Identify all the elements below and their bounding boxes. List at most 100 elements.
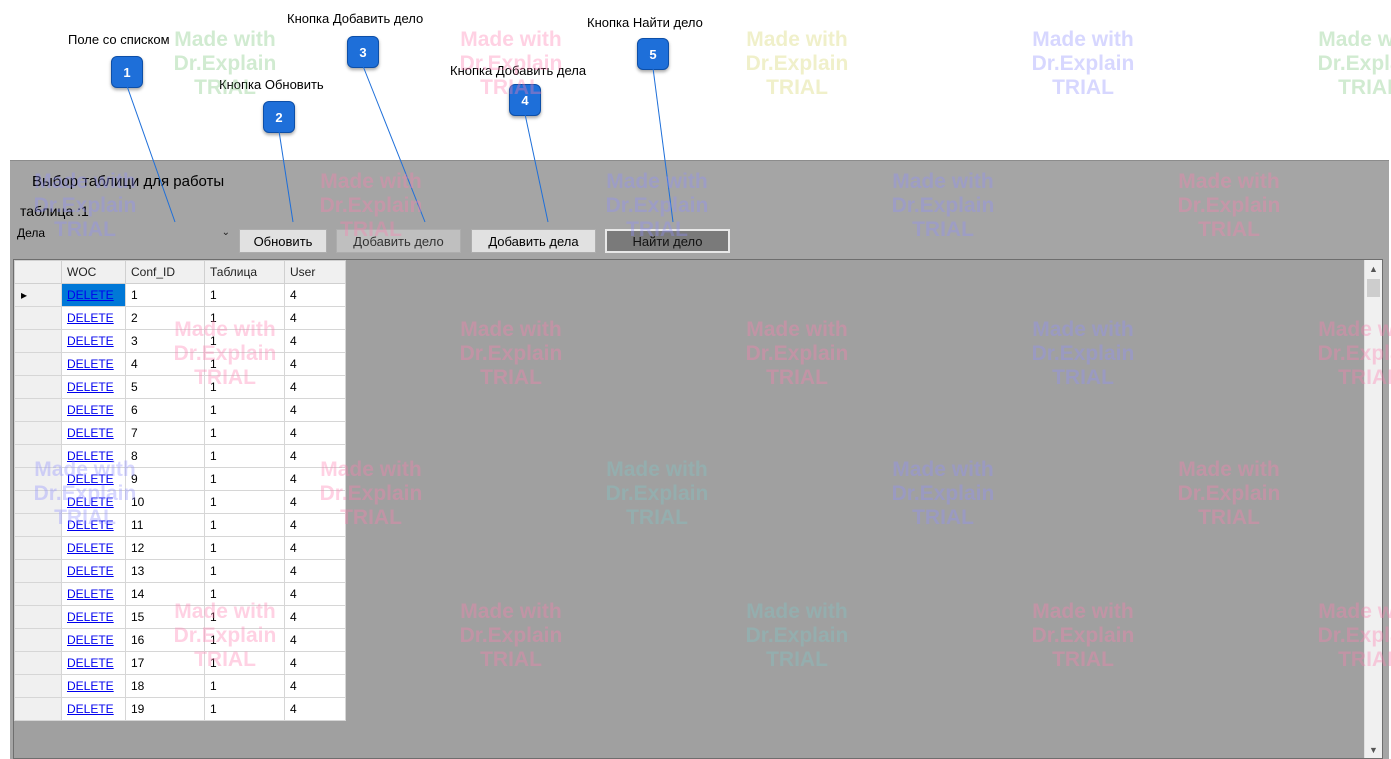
delete-link[interactable]: DELETE xyxy=(67,564,114,578)
conf-id-cell[interactable]: 10 xyxy=(125,490,205,514)
column-header-conf-id[interactable]: Conf_ID xyxy=(125,260,205,284)
table-cell[interactable]: 1 xyxy=(204,421,285,445)
woc-cell[interactable]: DELETE xyxy=(61,513,126,537)
row-header[interactable] xyxy=(14,352,62,376)
table-cell[interactable]: 1 xyxy=(204,605,285,629)
row-header[interactable] xyxy=(14,697,62,721)
conf-id-cell[interactable]: 8 xyxy=(125,444,205,468)
table-row[interactable]: DELETE 8 1 4 xyxy=(14,444,346,468)
user-cell[interactable]: 4 xyxy=(284,306,346,330)
table-cell[interactable]: 1 xyxy=(204,352,285,376)
conf-id-cell[interactable]: 9 xyxy=(125,467,205,491)
find-case-button[interactable]: Найти дело xyxy=(605,229,730,253)
row-header[interactable] xyxy=(14,513,62,537)
table-row[interactable]: DELETE 9 1 4 xyxy=(14,467,346,491)
table-row[interactable]: DELETE 2 1 4 xyxy=(14,306,346,330)
delete-link[interactable]: DELETE xyxy=(67,495,114,509)
conf-id-cell[interactable]: 17 xyxy=(125,651,205,675)
delete-link[interactable]: DELETE xyxy=(67,610,114,624)
delete-link[interactable]: DELETE xyxy=(67,288,114,302)
add-case-button[interactable]: Добавить дело xyxy=(336,229,461,253)
user-cell[interactable]: 4 xyxy=(284,559,346,583)
table-combobox[interactable]: Дела ⌄ xyxy=(14,224,237,242)
table-row[interactable]: DELETE 5 1 4 xyxy=(14,375,346,399)
user-cell[interactable]: 4 xyxy=(284,605,346,629)
table-row[interactable]: DELETE 6 1 4 xyxy=(14,398,346,422)
user-cell[interactable]: 4 xyxy=(284,283,346,307)
scroll-down-icon[interactable]: ▼ xyxy=(1365,741,1382,758)
row-header[interactable] xyxy=(14,398,62,422)
woc-cell[interactable]: DELETE xyxy=(61,421,126,445)
table-cell[interactable]: 1 xyxy=(204,674,285,698)
row-header[interactable] xyxy=(14,467,62,491)
table-cell[interactable]: 1 xyxy=(204,697,285,721)
table-row[interactable]: DELETE 19 1 4 xyxy=(14,697,346,721)
woc-cell[interactable]: DELETE xyxy=(61,490,126,514)
user-cell[interactable]: 4 xyxy=(284,398,346,422)
delete-link[interactable]: DELETE xyxy=(67,702,114,716)
delete-link[interactable]: DELETE xyxy=(67,403,114,417)
conf-id-cell[interactable]: 11 xyxy=(125,513,205,537)
delete-link[interactable]: DELETE xyxy=(67,656,114,670)
row-header[interactable] xyxy=(14,490,62,514)
woc-cell[interactable]: DELETE xyxy=(61,697,126,721)
table-cell[interactable]: 1 xyxy=(204,536,285,560)
user-cell[interactable]: 4 xyxy=(284,628,346,652)
table-row[interactable]: DELETE 16 1 4 xyxy=(14,628,346,652)
chevron-down-icon[interactable]: ⌄ xyxy=(222,225,230,241)
woc-cell[interactable]: DELETE xyxy=(61,559,126,583)
user-cell[interactable]: 4 xyxy=(284,651,346,675)
delete-link[interactable]: DELETE xyxy=(67,380,114,394)
conf-id-cell[interactable]: 18 xyxy=(125,674,205,698)
table-cell[interactable]: 1 xyxy=(204,444,285,468)
conf-id-cell[interactable]: 19 xyxy=(125,697,205,721)
row-header[interactable] xyxy=(14,559,62,583)
table-cell[interactable]: 1 xyxy=(204,513,285,537)
user-cell[interactable]: 4 xyxy=(284,329,346,353)
row-header[interactable] xyxy=(14,628,62,652)
user-cell[interactable]: 4 xyxy=(284,375,346,399)
delete-link[interactable]: DELETE xyxy=(67,679,114,693)
user-cell[interactable]: 4 xyxy=(284,490,346,514)
table-cell[interactable]: 1 xyxy=(204,582,285,606)
user-cell[interactable]: 4 xyxy=(284,444,346,468)
conf-id-cell[interactable]: 2 xyxy=(125,306,205,330)
row-header[interactable] xyxy=(14,605,62,629)
delete-link[interactable]: DELETE xyxy=(67,426,114,440)
conf-id-cell[interactable]: 4 xyxy=(125,352,205,376)
user-cell[interactable]: 4 xyxy=(284,536,346,560)
woc-cell[interactable]: DELETE xyxy=(61,444,126,468)
woc-cell[interactable]: DELETE xyxy=(61,536,126,560)
conf-id-cell[interactable]: 14 xyxy=(125,582,205,606)
table-cell[interactable]: 1 xyxy=(204,306,285,330)
row-header[interactable] xyxy=(14,444,62,468)
delete-link[interactable]: DELETE xyxy=(67,311,114,325)
user-cell[interactable]: 4 xyxy=(284,674,346,698)
column-header-woc[interactable]: WOC xyxy=(61,260,126,284)
user-cell[interactable]: 4 xyxy=(284,352,346,376)
row-header[interactable] xyxy=(14,651,62,675)
conf-id-cell[interactable]: 15 xyxy=(125,605,205,629)
conf-id-cell[interactable]: 5 xyxy=(125,375,205,399)
scroll-up-icon[interactable]: ▲ xyxy=(1365,260,1382,277)
conf-id-cell[interactable]: 1 xyxy=(125,283,205,307)
conf-id-cell[interactable]: 7 xyxy=(125,421,205,445)
woc-cell[interactable]: DELETE xyxy=(61,329,126,353)
table-row[interactable]: DELETE 15 1 4 xyxy=(14,605,346,629)
column-header-user[interactable]: User xyxy=(284,260,346,284)
scroll-thumb[interactable] xyxy=(1367,279,1380,297)
delete-link[interactable]: DELETE xyxy=(67,541,114,555)
delete-link[interactable]: DELETE xyxy=(67,472,114,486)
row-header[interactable] xyxy=(14,536,62,560)
row-header[interactable] xyxy=(14,329,62,353)
table-cell[interactable]: 1 xyxy=(204,490,285,514)
woc-cell[interactable]: DELETE xyxy=(61,398,126,422)
woc-cell[interactable]: DELETE xyxy=(61,582,126,606)
delete-link[interactable]: DELETE xyxy=(67,449,114,463)
woc-cell[interactable]: DELETE xyxy=(61,605,126,629)
conf-id-cell[interactable]: 6 xyxy=(125,398,205,422)
refresh-button[interactable]: Обновить xyxy=(239,229,327,253)
table-row[interactable]: DELETE 13 1 4 xyxy=(14,559,346,583)
row-header[interactable] xyxy=(14,582,62,606)
delete-link[interactable]: DELETE xyxy=(67,357,114,371)
